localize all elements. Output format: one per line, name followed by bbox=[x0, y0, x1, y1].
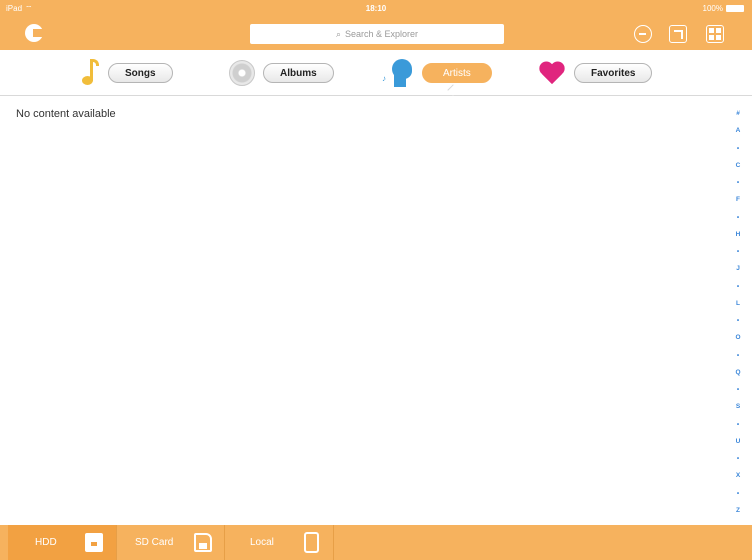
tab-favorites-label: Favorites bbox=[574, 63, 653, 83]
index-letter[interactable]: J bbox=[736, 265, 740, 273]
index-letter[interactable]: • bbox=[737, 455, 739, 463]
index-letter[interactable]: U bbox=[736, 438, 741, 446]
search-icon: ⌕ bbox=[335, 28, 341, 39]
index-letter[interactable]: • bbox=[737, 214, 739, 222]
index-letter[interactable]: • bbox=[737, 145, 739, 153]
index-letter[interactable]: C bbox=[736, 162, 741, 170]
tab-albums-label: Albums bbox=[263, 63, 334, 83]
disc-icon bbox=[229, 60, 255, 86]
tab-albums[interactable]: Albums bbox=[229, 50, 334, 96]
battery-icon bbox=[726, 5, 744, 12]
category-tabs: Songs Albums ♪ Artists Favorites bbox=[0, 50, 752, 96]
battery-indicator: 100% bbox=[703, 4, 744, 13]
tab-songs-label: Songs bbox=[108, 63, 173, 83]
bottom-bar: HDD SD Card Local bbox=[0, 525, 752, 560]
search-field[interactable]: ⌕ Search & Explorer bbox=[250, 24, 504, 44]
index-letter[interactable]: • bbox=[737, 283, 739, 291]
tab-sd-card-label: SD Card bbox=[135, 537, 174, 548]
index-letter[interactable]: • bbox=[737, 490, 739, 498]
grid-view-icon[interactable] bbox=[706, 25, 724, 43]
index-letter[interactable]: • bbox=[737, 352, 739, 360]
tab-artists[interactable]: ♪ Artists bbox=[380, 50, 492, 96]
sd-card-icon bbox=[194, 533, 212, 552]
index-letter[interactable]: • bbox=[737, 248, 739, 256]
index-letter[interactable]: • bbox=[737, 179, 739, 187]
share-icon[interactable] bbox=[669, 25, 687, 43]
index-letter[interactable]: • bbox=[737, 317, 739, 325]
tab-hdd-label: HDD bbox=[35, 537, 57, 548]
index-letter[interactable]: L bbox=[736, 300, 740, 308]
index-letter[interactable]: Q bbox=[735, 369, 740, 377]
tab-artists-label: Artists bbox=[422, 63, 492, 83]
tab-local[interactable]: Local bbox=[225, 525, 334, 560]
tab-sd-card[interactable]: SD Card bbox=[117, 525, 225, 560]
heart-icon bbox=[538, 60, 566, 86]
app-window: iPad ⌔ 18:10 100% ⌕ Search & Explorer Son… bbox=[0, 0, 752, 560]
empty-message: No content available bbox=[16, 108, 116, 120]
index-letter[interactable]: X bbox=[736, 472, 740, 480]
index-letter[interactable]: A bbox=[736, 127, 741, 135]
search-placeholder: Search & Explorer bbox=[345, 29, 419, 39]
index-letter[interactable]: H bbox=[736, 231, 741, 239]
clock: 18:10 bbox=[365, 4, 387, 13]
alphabet-index[interactable]: # A • C • F • H • J • L • O • Q • S • U • X • Z bbox=[730, 110, 746, 515]
index-letter[interactable]: • bbox=[737, 421, 739, 429]
index-letter[interactable]: Z bbox=[736, 507, 740, 515]
music-note-icon bbox=[78, 57, 100, 89]
index-letter[interactable]: S bbox=[736, 403, 740, 411]
remove-icon[interactable] bbox=[634, 25, 652, 43]
artist-icon: ♪ bbox=[380, 58, 414, 88]
index-letter[interactable]: O bbox=[735, 334, 740, 342]
tab-favorites[interactable]: Favorites bbox=[538, 50, 653, 96]
back-icon[interactable] bbox=[25, 24, 43, 42]
tablet-icon bbox=[304, 532, 319, 553]
top-bar: iPad ⌔ 18:10 100% ⌕ Search & Explorer bbox=[0, 0, 752, 50]
hdd-icon bbox=[85, 533, 103, 552]
index-letter[interactable]: # bbox=[736, 110, 740, 118]
index-letter[interactable]: F bbox=[736, 196, 740, 204]
status-bar: iPad ⌔ 18:10 100% bbox=[0, 0, 752, 18]
tab-local-label: Local bbox=[250, 537, 274, 548]
tab-hdd[interactable]: HDD bbox=[8, 525, 117, 560]
index-letter[interactable]: • bbox=[737, 386, 739, 394]
tab-songs[interactable]: Songs bbox=[78, 50, 173, 96]
